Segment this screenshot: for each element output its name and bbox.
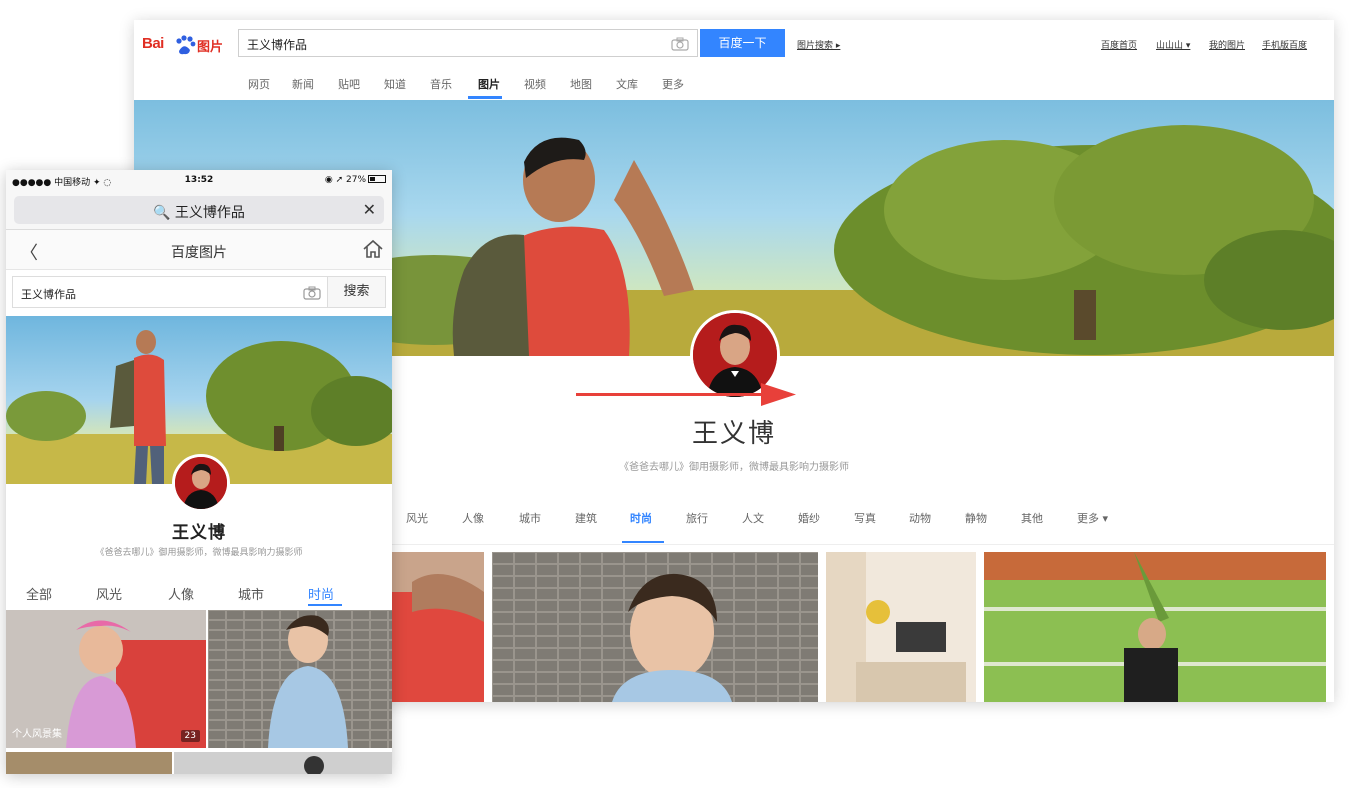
mobile-search-button[interactable]: 搜索 <box>328 276 386 308</box>
category-animals[interactable]: 动物 <box>909 510 931 526</box>
close-icon[interactable]: ✕ <box>363 200 376 219</box>
mobile-image-tile[interactable] <box>208 610 392 748</box>
mobile-category-portrait[interactable]: 人像 <box>168 584 194 603</box>
category-humanities[interactable]: 人文 <box>742 510 764 526</box>
mobile-search-query: 王义博作品 <box>21 288 76 301</box>
nav-images[interactable]: 图片 <box>478 76 500 92</box>
mobile-page-title: 百度图片 <box>171 245 227 261</box>
category-active-underline <box>622 541 664 543</box>
mobile-search-input[interactable]: 王义博作品 <box>12 276 328 308</box>
mobile-category-fashion[interactable]: 时尚 <box>308 584 334 603</box>
nav-more[interactable]: 更多 <box>662 76 684 92</box>
avatar-photo <box>175 457 227 509</box>
mobile-profile-name: 王义博 <box>172 523 226 543</box>
mobile-search-row: 王义博作品 搜索 <box>6 270 392 314</box>
mobile-header: 〈 百度图片 <box>6 230 392 270</box>
tile-photo <box>208 610 392 748</box>
tile-photo <box>492 552 818 702</box>
tile-photo <box>392 552 484 702</box>
category-city[interactable]: 城市 <box>519 510 541 526</box>
category-architecture[interactable]: 建筑 <box>575 510 597 526</box>
mobile-profile-avatar[interactable] <box>172 454 230 512</box>
desktop-search-query: 王义博作品 <box>247 38 308 52</box>
mobile-url-bar: 🔍 王义博作品 ✕ <box>6 192 392 230</box>
paw-icon <box>176 35 196 55</box>
category-photo[interactable]: 写真 <box>854 510 876 526</box>
image-tile[interactable] <box>826 552 976 702</box>
top-link-home[interactable]: 百度首页 <box>1101 38 1137 51</box>
mobile-image-tile[interactable] <box>174 752 392 774</box>
nav-active-underline <box>468 96 502 99</box>
mobile-url-input[interactable]: 🔍 王义博作品 ✕ <box>14 196 384 224</box>
tile-photo <box>174 752 392 774</box>
category-more[interactable]: 更多 ▾ <box>1077 510 1108 526</box>
category-travel[interactable]: 旅行 <box>686 510 708 526</box>
nav-music[interactable]: 音乐 <box>430 76 452 92</box>
mobile-category-landscape[interactable]: 风光 <box>96 584 122 603</box>
desktop-search-button[interactable]: 百度一下 <box>700 29 785 57</box>
nav-news[interactable]: 新闻 <box>292 76 314 92</box>
battery-icon <box>368 175 386 183</box>
tile-photo <box>984 552 1326 702</box>
desktop-search-input[interactable]: 王义博作品 <box>238 29 698 57</box>
nav-video[interactable]: 视频 <box>524 76 546 92</box>
battery-text: ◉ ➚ 27% <box>324 175 366 185</box>
image-tile[interactable] <box>392 552 484 702</box>
mobile-url-query: 🔍 王义博作品 <box>153 205 245 221</box>
image-tile[interactable] <box>492 552 818 702</box>
tile-count-badge: 23 <box>180 730 200 742</box>
nav-wenku[interactable]: 文库 <box>616 76 638 92</box>
top-link-my-images[interactable]: 我的图片 <box>1209 38 1245 51</box>
baidu-image-logo[interactable]: Bai 图片 <box>142 34 232 56</box>
category-portrait[interactable]: 人像 <box>462 510 484 526</box>
mobile-profile-description: 《爸爸去哪儿》御用摄影师，微博最具影响力摄影师 <box>95 548 303 558</box>
tile-photo <box>6 752 172 774</box>
mobile-browser-window: ●●●●● 中国移动 ✦ ◌ 13:52 ◉ ➚ 27% 🔍 王义博作品 ✕ 〈… <box>6 170 392 774</box>
logo-image-text: 图片 <box>197 40 224 55</box>
desktop-category-tabs: 风光 人像 城市 建筑 时尚 旅行 人文 婚纱 写真 动物 静物 其他 更多 ▾ <box>406 510 1166 540</box>
mobile-status-bar: ●●●●● 中国移动 ✦ ◌ 13:52 ◉ ➚ 27% <box>6 170 392 192</box>
category-wedding[interactable]: 婚纱 <box>798 510 820 526</box>
tile-caption: 个人风景集 <box>12 729 62 740</box>
mobile-image-tile[interactable] <box>6 752 172 774</box>
top-link-user[interactable]: 山山山 ▾ <box>1156 38 1190 51</box>
advanced-search-link[interactable]: 图片搜索 ▸ <box>797 38 840 51</box>
category-fashion[interactable]: 时尚 <box>630 510 652 526</box>
home-icon[interactable] <box>362 238 384 260</box>
nav-web[interactable]: 网页 <box>248 76 270 92</box>
category-landscape[interactable]: 风光 <box>406 510 428 526</box>
image-tile[interactable] <box>984 552 1326 702</box>
mobile-category-all[interactable]: 全部 <box>26 584 52 603</box>
top-link-mobile[interactable]: 手机版百度 <box>1262 38 1307 51</box>
nav-tieba[interactable]: 贴吧 <box>338 76 360 92</box>
red-arrow-icon <box>576 383 796 406</box>
status-right: ◉ ➚ 27% <box>325 175 386 185</box>
tile-photo <box>826 552 976 702</box>
mobile-category-city[interactable]: 城市 <box>238 584 264 603</box>
desktop-top-bar: Bai 图片 王义博作品 百度一下 图片搜索 ▸ 百度首页 山山山 ▾ 我的图片… <box>134 20 1334 100</box>
logo-bai-text: Bai <box>142 35 164 52</box>
nav-zhidao[interactable]: 知道 <box>384 76 406 92</box>
category-divider <box>392 544 1334 545</box>
category-other[interactable]: 其他 <box>1021 510 1043 526</box>
mobile-category-active-underline <box>308 604 342 606</box>
category-still-life[interactable]: 静物 <box>965 510 987 526</box>
camera-icon[interactable] <box>671 37 689 51</box>
nav-map[interactable]: 地图 <box>570 76 592 92</box>
camera-icon[interactable] <box>303 286 321 300</box>
mobile-image-tile[interactable]: 个人风景集 23 <box>6 610 206 748</box>
